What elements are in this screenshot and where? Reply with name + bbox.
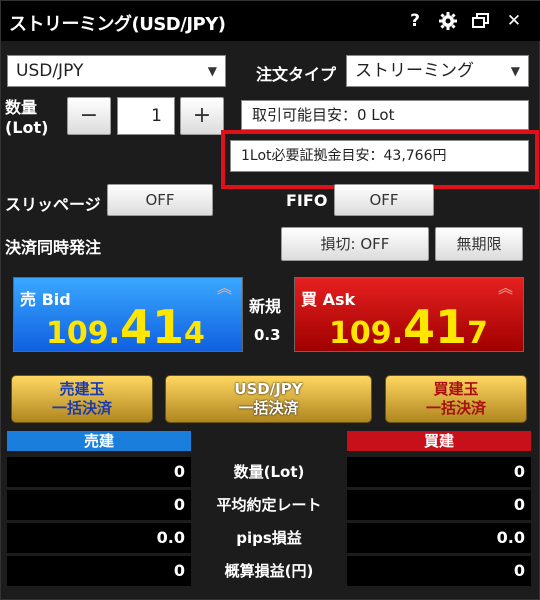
ask-up-arrow-icon: ︽ (497, 279, 513, 297)
slippage-button[interactable]: OFF (107, 184, 213, 216)
ask-price-main: 109. (329, 316, 404, 351)
chevron-down-icon: ▼ (207, 64, 217, 78)
bid-price-small: 4 (184, 316, 205, 351)
buy-header: 買建 (347, 431, 531, 451)
order-type-value: ストリーミング (355, 61, 474, 81)
buy-quantity: 0 (347, 457, 531, 487)
simultaneous-order-label: 決済同時発注 (5, 238, 102, 257)
bulk-sell-line2: 一括決済 (51, 399, 112, 417)
sell-pips-pl: 0.0 (7, 523, 191, 553)
bulk-settle-sell-button[interactable]: 売建玉 一括決済 (11, 375, 153, 423)
bulk-sell-line1: 売建玉 (59, 380, 105, 398)
spread-value: 0.3 (254, 326, 281, 344)
buy-estimated-pl: 0 (347, 556, 531, 586)
symbol-value: USD/JPY (16, 61, 84, 81)
row-label-average-rate: 平均約定レート (197, 490, 341, 520)
close-icon[interactable]: ✕ (504, 11, 524, 31)
quantity-plus-button[interactable]: + (180, 97, 224, 135)
bulk-settle-buy-button[interactable]: 買建玉 一括決済 (385, 375, 527, 423)
bulk-buy-line2: 一括決済 (425, 399, 486, 417)
title-bar[interactable]: ストリーミング(USD/JPY) ? ✕ (1, 1, 540, 41)
slippage-label: スリッページ (5, 195, 101, 214)
fifo-button[interactable]: OFF (334, 184, 434, 216)
window-title: ストリーミング(USD/JPY) (9, 14, 226, 35)
ask-button[interactable]: 買 Ask ︽ 109.417 (294, 277, 524, 354)
gear-icon[interactable] (438, 11, 458, 31)
sell-header: 売建 (7, 431, 191, 451)
tradable-lot-display: 取引可能目安：0 Lot (241, 100, 529, 130)
row-label-pips-pl: pips損益 (197, 523, 341, 553)
bulk-pair-line2: 一括決済 (238, 399, 299, 417)
bid-button[interactable]: 売 Bid ︽ 109.414 (13, 277, 243, 354)
stop-loss-button[interactable]: 損切: OFF (281, 227, 429, 261)
chevron-down-icon: ▼ (510, 64, 520, 78)
expiry-button[interactable]: 無期限 (435, 227, 523, 261)
symbol-select[interactable]: USD/JPY ▼ (7, 55, 226, 87)
quantity-label: 数量 (Lot) (5, 98, 48, 138)
bid-price-main: 109. (46, 316, 121, 351)
ask-price: 109.417 (329, 300, 488, 354)
order-type-label: 注文タイプ (256, 65, 337, 84)
sell-estimated-pl: 0 (7, 556, 191, 586)
order-type-select[interactable]: ストリーミング ▼ (346, 55, 529, 87)
new-label: 新規 (249, 297, 282, 316)
row-label-quantity: 数量(Lot) (197, 457, 341, 487)
bulk-settle-pair-button[interactable]: USD/JPY 一括決済 (165, 375, 372, 423)
sell-average-rate: 0 (7, 490, 191, 520)
bid-price-big: 41 (120, 300, 185, 354)
buy-average-rate: 0 (347, 490, 531, 520)
ask-price-big: 41 (403, 300, 468, 354)
quantity-label-line1: 数量 (5, 98, 38, 117)
ask-price-small: 7 (467, 316, 488, 351)
quantity-input[interactable]: 1 (117, 97, 175, 135)
quantity-label-line2: (Lot) (5, 118, 49, 137)
restore-icon[interactable] (471, 11, 491, 31)
bulk-pair-line1: USD/JPY (234, 380, 303, 398)
bid-up-arrow-icon: ︽ (216, 279, 232, 297)
quantity-minus-button[interactable]: − (67, 97, 111, 135)
sell-quantity: 0 (7, 457, 191, 487)
highlight-box (221, 130, 539, 189)
row-label-estimated-pl: 概算損益(円) (197, 556, 341, 586)
fifo-label: FIFO (286, 191, 328, 210)
buy-pips-pl: 0.0 (347, 523, 531, 553)
help-icon[interactable]: ? (405, 11, 425, 31)
bid-price: 109.414 (46, 300, 205, 354)
bulk-buy-line1: 買建玉 (433, 380, 479, 398)
streaming-window: ストリーミング(USD/JPY) ? ✕ USD/JPY ▼ 注文タイプ ストリ… (0, 0, 540, 600)
